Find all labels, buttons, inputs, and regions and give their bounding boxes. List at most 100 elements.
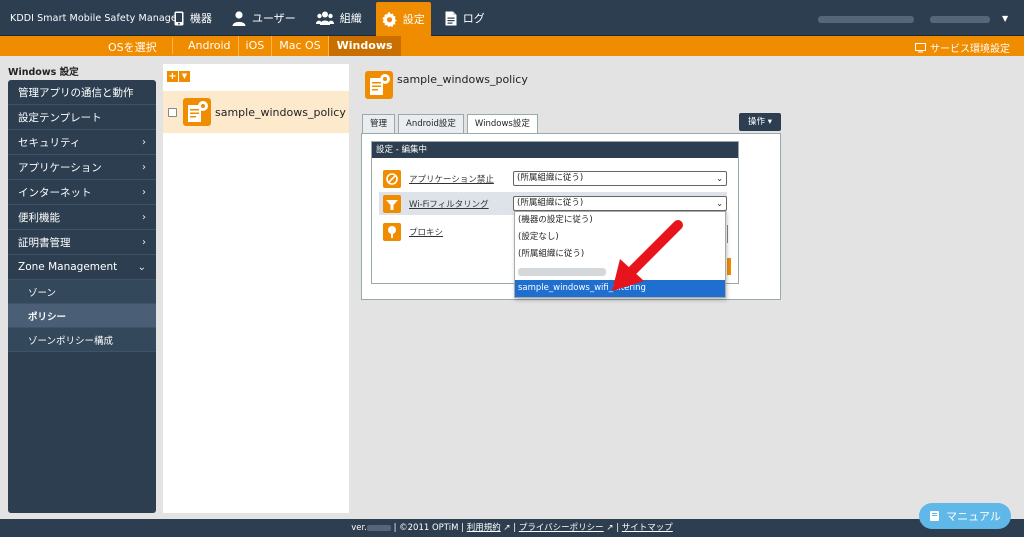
os-select-label: OSを選択 [108, 41, 157, 54]
caret-down-icon: ▼ [179, 71, 190, 82]
os-tab-windows[interactable]: Windows [328, 36, 401, 56]
copyright: | ©2011 OPTiM | [393, 523, 464, 533]
manual-label: マニュアル [946, 510, 1001, 523]
nav-groups[interactable]: 組織 [310, 0, 368, 36]
monitor-icon [915, 42, 926, 53]
version-label: ver. [351, 523, 367, 533]
redacted-text [518, 268, 606, 276]
tab-android-settings[interactable]: Android設定 [398, 114, 464, 133]
sidebar-item-label: セキュリティ [18, 136, 81, 149]
sidebar-title: Windows 設定 [8, 67, 79, 78]
wifi-filter-icon [383, 194, 401, 213]
sitemap-link[interactable]: サイトマップ [622, 523, 673, 533]
select-value: (所属組織に従う) [517, 198, 584, 208]
sidebar-item-label: 設定テンプレート [18, 111, 102, 124]
sidebar-item-agent-communication[interactable]: 管理アプリの通信と動作 [8, 80, 156, 105]
plus-icon: + [167, 71, 178, 82]
policy-header: sample_windows_policy [365, 71, 528, 102]
user-menu-caret-icon[interactable]: ▼ [1002, 14, 1008, 23]
select-value: (所属組織に従う) [517, 173, 584, 183]
policy-tabs: 管理 Android設定 Windows設定 [362, 114, 541, 134]
manual-button[interactable]: マニュアル [919, 503, 1011, 529]
wifi-filter-select[interactable]: (所属組織に従う) ⌄ [513, 196, 727, 211]
add-policy-button[interactable]: + ▼ [167, 71, 190, 82]
chevron-down-icon: ⌄ [716, 199, 723, 208]
sidebar-item-internet[interactable]: インターネット › [8, 180, 156, 205]
sidebar-item-label: アプリケーション [18, 161, 102, 174]
proxy-icon [383, 222, 401, 241]
nav-logs[interactable]: ログ [439, 0, 491, 36]
sidebar-item-applications[interactable]: アプリケーション › [8, 155, 156, 180]
chevron-right-icon: › [142, 186, 146, 198]
book-icon [929, 510, 940, 522]
subnav-divider [172, 38, 173, 54]
user-icon [232, 10, 246, 26]
tab-windows-settings[interactable]: Windows設定 [466, 114, 538, 134]
sidebar-item-templates[interactable]: 設定テンプレート [8, 105, 156, 130]
policy-settings-icon [365, 71, 393, 102]
gear-icon [382, 11, 397, 27]
sidebar-item-certificates[interactable]: 証明書管理 › [8, 230, 156, 255]
policy-checkbox[interactable] [168, 107, 177, 117]
os-tab-ios[interactable]: iOS [239, 36, 273, 56]
nav-users-label: ユーザー [252, 12, 296, 25]
chevron-down-icon: ⌄ [716, 174, 723, 183]
red-arrow-icon [612, 220, 683, 291]
terms-link[interactable]: 利用規約 [467, 523, 501, 533]
sidebar-subitem-policy[interactable]: ポリシー [8, 304, 156, 328]
setting-label-proxy[interactable]: プロキシ [409, 226, 443, 238]
brand-title: KDDI Smart Mobile Safety Manager [10, 13, 181, 24]
sidebar-item-label: 管理アプリの通信と動作 [18, 86, 134, 99]
nav-logs-label: ログ [462, 12, 485, 25]
nav-devices[interactable]: 機器 [168, 0, 218, 36]
service-settings-label: サービス環境設定 [930, 44, 1010, 55]
sidebar: 管理アプリの通信と動作 設定テンプレート セキュリティ › アプリケーション › イ… [8, 80, 156, 513]
chevron-right-icon: › [142, 136, 146, 148]
version-blurred [366, 524, 391, 531]
nav-devices-label: 機器 [190, 12, 212, 25]
nav-users[interactable]: ユーザー [226, 0, 302, 36]
user-org-blurred[interactable] [930, 16, 990, 23]
setting-label-wifi-filter[interactable]: Wi-Fiフィルタリング [409, 198, 489, 210]
top-bar: KDDI Smart Mobile Safety Manager 機器 ユーザー… [0, 0, 1024, 36]
save-button-edge[interactable] [727, 258, 731, 275]
setting-row-app-block: アプリケーション禁止 (所属組織に従う) ⌄ [379, 167, 727, 190]
chevron-right-icon: › [142, 211, 146, 223]
main-nav: 機器 ユーザー 組織 設定 ログ [168, 0, 499, 36]
chevron-down-icon: ⌄ [137, 261, 146, 273]
sidebar-item-zone-management[interactable]: Zone Management ⌄ [8, 255, 156, 280]
os-tab-macos[interactable]: Mac OS [272, 36, 329, 56]
os-tab-android[interactable]: Android [181, 36, 239, 56]
os-tabs: Android iOS Mac OS Windows [181, 36, 401, 56]
sidebar-subitem-zone[interactable]: ゾーン [8, 280, 156, 304]
policy-list-item[interactable]: sample_windows_policy [163, 91, 349, 133]
sidebar-item-label: 証明書管理 [18, 236, 71, 249]
tab-management[interactable]: 管理 [362, 114, 396, 133]
select-edge [727, 225, 728, 243]
os-subnav: OSを選択 Android iOS Mac OS Windows サービス環境設… [0, 36, 1024, 56]
sidebar-item-security[interactable]: セキュリティ › [8, 130, 156, 155]
sidebar-subitem-zone-policy-config[interactable]: ゾーンポリシー構成 [8, 328, 156, 352]
policy-list-panel: + ▼ sample_windows_policy [163, 64, 349, 513]
sidebar-item-utilities[interactable]: 便利機能 › [8, 205, 156, 230]
chevron-right-icon: › [142, 161, 146, 173]
sidebar-item-label: Zone Management [18, 261, 118, 273]
settings-edit-heading: 設定 - 編集中 [372, 142, 738, 158]
sidebar-item-label: 便利機能 [18, 211, 60, 224]
policy-name: sample_windows_policy [215, 105, 346, 119]
operations-button[interactable]: 操作 ▾ [739, 113, 781, 131]
service-settings-link[interactable]: サービス環境設定 [915, 40, 1010, 55]
nav-settings-label: 設定 [402, 13, 425, 26]
footer-separator: | [616, 523, 620, 533]
chevron-right-icon: › [142, 236, 146, 248]
nav-groups-label: 組織 [339, 12, 362, 25]
setting-label-app-block[interactable]: アプリケーション禁止 [409, 173, 494, 185]
app-block-select[interactable]: (所属組織に従う) ⌄ [513, 171, 727, 186]
privacy-link[interactable]: プライバシーポリシー [519, 523, 604, 533]
phone-icon [174, 11, 184, 26]
document-icon [445, 11, 457, 26]
user-name-blurred[interactable] [818, 16, 914, 23]
policy-settings-icon [183, 98, 211, 126]
nav-settings[interactable]: 設定 [375, 2, 431, 36]
footer-separator: | [513, 523, 517, 533]
